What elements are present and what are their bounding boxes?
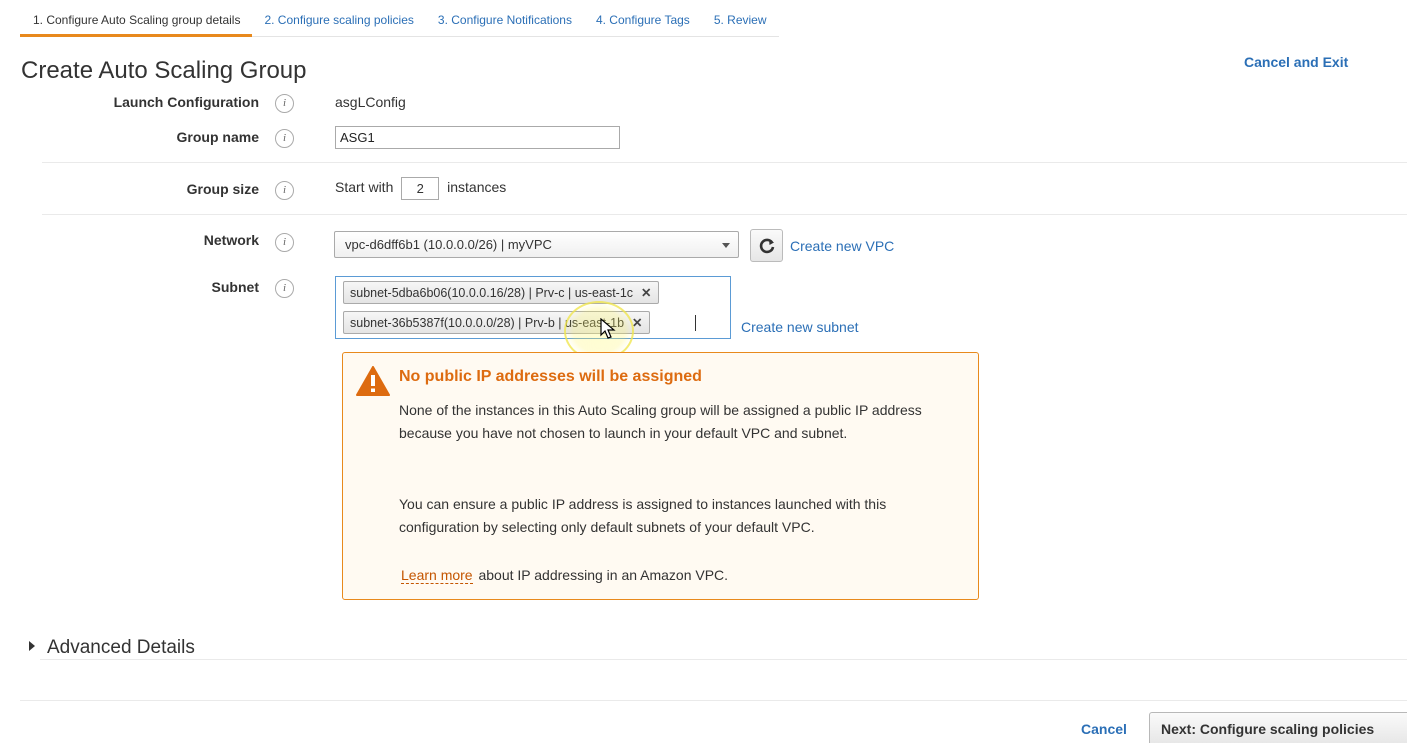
group-name-label: Group name — [176, 129, 259, 145]
network-select-value: vpc-d6dff6b1 (10.0.0.0/26) | myVPC — [345, 237, 552, 252]
info-icon[interactable]: i — [275, 233, 294, 252]
divider — [42, 162, 1407, 163]
wizard-tabs: 1. Configure Auto Scaling group details … — [20, 0, 779, 37]
info-icon[interactable]: i — [275, 94, 294, 113]
text-caret — [695, 315, 696, 331]
subnet-label: Subnet — [211, 279, 259, 295]
tab-scaling-policies[interactable]: 2. Configure scaling policies — [252, 0, 426, 37]
divider — [20, 700, 1407, 701]
advanced-details-label: Advanced Details — [47, 637, 195, 658]
divider — [42, 214, 1407, 215]
refresh-icon — [759, 238, 774, 254]
group-size-row: Start with 2 instances — [335, 177, 506, 200]
warning-panel: No public IP addresses will be assigned … — [342, 352, 979, 600]
group-size-suffix: instances — [447, 179, 507, 196]
warning-paragraph: None of the instances in this Auto Scali… — [399, 402, 922, 441]
info-icon[interactable]: i — [275, 279, 294, 298]
warning-paragraph: Learn more about IP addressing in an Ama… — [399, 564, 949, 587]
create-new-subnet-link[interactable]: Create new subnet — [741, 319, 859, 335]
close-icon[interactable]: ✕ — [632, 316, 642, 330]
advanced-details-toggle[interactable]: Advanced Details — [29, 637, 195, 659]
page-title: Create Auto Scaling Group — [21, 57, 307, 84]
subnet-multiselect[interactable]: subnet-5dba6b06(10.0.0.16/28) | Prv-c | … — [335, 276, 731, 339]
divider — [40, 659, 1407, 660]
info-icon[interactable]: i — [275, 181, 294, 200]
next-button[interactable]: Next: Configure scaling policies — [1149, 712, 1407, 743]
subnet-chip: subnet-5dba6b06(10.0.0.16/28) | Prv-c | … — [343, 281, 659, 304]
expand-arrow-icon — [29, 640, 35, 651]
tab-configure-details[interactable]: 1. Configure Auto Scaling group details — [20, 0, 253, 37]
close-icon[interactable]: ✕ — [641, 286, 651, 300]
create-new-vpc-link[interactable]: Create new VPC — [790, 238, 894, 254]
cancel-and-exit-link[interactable]: Cancel and Exit — [1244, 54, 1348, 70]
network-label: Network — [203, 232, 259, 248]
refresh-button[interactable] — [750, 229, 783, 262]
group-size-prefix: Start with — [335, 179, 394, 196]
info-icon[interactable]: i — [275, 129, 294, 148]
group-name-input[interactable] — [335, 126, 620, 149]
cancel-button[interactable]: Cancel — [1081, 721, 1127, 737]
warning-title: No public IP addresses will be assigned — [399, 368, 702, 385]
network-select[interactable]: vpc-d6dff6b1 (10.0.0.0/26) | myVPC — [334, 231, 739, 258]
learn-more-link[interactable]: Learn more — [401, 567, 473, 584]
launch-config-value: asgLConfig — [335, 94, 406, 110]
chevron-down-icon — [722, 243, 730, 248]
subnet-chip-label: subnet-36b5387f(10.0.0.0/28) | Prv-b | u… — [350, 316, 625, 330]
warning-paragraph: You can ensure a public IP address is as… — [399, 496, 887, 535]
subnet-chip: subnet-36b5387f(10.0.0.0/28) | Prv-b | u… — [343, 311, 650, 334]
group-size-label: Group size — [186, 181, 259, 197]
tab-review[interactable]: 5. Review — [701, 0, 779, 37]
warning-paragraph-tail: about IP addressing in an Amazon VPC. — [478, 567, 729, 583]
tab-notifications[interactable]: 3. Configure Notifications — [425, 0, 584, 37]
group-size-input[interactable]: 2 — [401, 177, 440, 200]
warning-triangle-icon — [356, 366, 390, 396]
subnet-chip-label: subnet-5dba6b06(10.0.0.16/28) | Prv-c | … — [350, 286, 634, 300]
launch-config-label: Launch Configuration — [113, 94, 259, 110]
tab-tags[interactable]: 4. Configure Tags — [583, 0, 702, 37]
